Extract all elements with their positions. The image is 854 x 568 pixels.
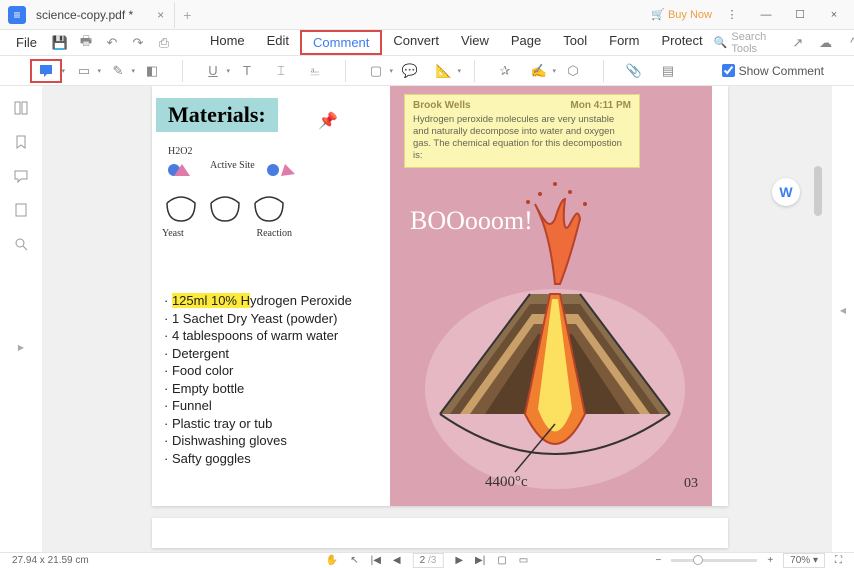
tab-view[interactable]: View xyxy=(450,30,500,55)
page-dimensions: 27.94 x 21.59 cm xyxy=(12,555,89,566)
quickprint-icon[interactable]: ⎙ xyxy=(153,34,175,52)
page-indicator[interactable]: 2 /3 xyxy=(413,553,444,568)
settings-icon[interactable]: ⋮ xyxy=(718,1,746,29)
sticky-time: Mon 4:11 PM xyxy=(570,100,631,111)
fullscreen-icon[interactable]: ⛶ xyxy=(835,555,842,566)
expand-sidebar-icon[interactable]: ▶ xyxy=(18,343,24,352)
sticky-note[interactable]: Brook Wells Mon 4:11 PM Hydrogen peroxid… xyxy=(404,94,640,168)
thumbnails-icon[interactable] xyxy=(13,100,29,116)
close-window-button[interactable]: × xyxy=(820,1,848,29)
redo-icon[interactable]: ↷ xyxy=(127,34,149,52)
tab-convert[interactable]: Convert xyxy=(382,30,450,55)
search-tools[interactable]: 🔍 Search Tools xyxy=(714,31,779,55)
measure-tool[interactable]: 📐▾ xyxy=(432,60,456,82)
tab-title: science-copy.pdf * xyxy=(36,8,133,22)
select-tool-icon[interactable]: ↖ xyxy=(350,555,358,566)
tab-page[interactable]: Page xyxy=(500,30,552,55)
next-page-icon[interactable]: ▶ xyxy=(455,555,463,566)
page-number: 03 xyxy=(684,476,698,492)
yeast-diagram: H2O2 Active Site Yeast xyxy=(162,146,322,239)
document-tab[interactable]: science-copy.pdf * × xyxy=(26,2,175,28)
eraser-tool[interactable]: ◧ xyxy=(140,60,164,82)
prev-page-icon[interactable]: ◀ xyxy=(393,555,401,566)
show-comment-toggle[interactable]: Show Comment xyxy=(722,64,824,78)
search-panel-icon[interactable] xyxy=(13,236,29,252)
document-canvas[interactable]: Materials: 📌 H2O2 Active Site xyxy=(42,86,832,552)
signature-tool[interactable]: ✍▾ xyxy=(527,60,551,82)
materials-list: 125ml 10% Hydrogen Peroxide 1 Sachet Dry… xyxy=(164,292,352,467)
sticky-body: Hydrogen peroxide molecules are very uns… xyxy=(413,114,631,162)
note-tool[interactable]: ▾ xyxy=(30,59,62,83)
tab-edit[interactable]: Edit xyxy=(256,30,300,55)
left-sidebar: ▶ xyxy=(0,86,42,552)
tab-tool[interactable]: Tool xyxy=(552,30,598,55)
stamp-tool[interactable]: ✰ xyxy=(493,60,517,82)
pin-icon: 📌 xyxy=(318,111,338,131)
maximize-button[interactable]: ☐ xyxy=(786,1,814,29)
stamp2-tool[interactable]: ⬡ xyxy=(561,60,585,82)
bookmarks-icon[interactable] xyxy=(13,134,29,150)
fit-width-icon[interactable]: ▭ xyxy=(519,555,528,566)
callout-tool[interactable]: 💬 xyxy=(398,60,422,82)
temperature-label: 4400°c xyxy=(485,474,528,490)
tab-home[interactable]: Home xyxy=(199,30,256,55)
page-title: Materials: xyxy=(156,98,278,132)
fit-page-icon[interactable]: ▢ xyxy=(497,555,506,566)
pencil-tool[interactable]: ✎▾ xyxy=(106,60,130,82)
sticky-author: Brook Wells xyxy=(413,100,471,111)
underline-tool[interactable]: U▾ xyxy=(201,60,225,82)
tab-protect[interactable]: Protect xyxy=(650,30,713,55)
tab-comment[interactable]: Comment xyxy=(300,30,382,55)
first-page-icon[interactable]: |◀ xyxy=(371,555,381,566)
collapse-ribbon-icon[interactable]: ^ xyxy=(844,34,854,52)
show-comment-checkbox[interactable] xyxy=(722,64,735,77)
collapse-right-icon[interactable]: ◀ xyxy=(840,306,846,315)
comments-panel-icon[interactable] xyxy=(13,168,29,184)
minimize-button[interactable]: — xyxy=(752,1,780,29)
save-icon[interactable]: 💾 xyxy=(49,34,71,52)
text-tool[interactable]: T xyxy=(235,60,259,82)
share-icon[interactable]: ↗ xyxy=(789,34,807,52)
attachments-icon[interactable] xyxy=(13,202,29,218)
comment-toolbar: ▾ ▭▾ ✎▾ ◧ U▾ T ⌶ ⎁ ▢▾ 💬 📐▾ ✰ ✍▾ ⬡ 📎 ▤ Sh… xyxy=(0,56,854,86)
shape-tool[interactable]: ▢▾ xyxy=(364,60,388,82)
cloud-icon[interactable]: ☁ xyxy=(817,34,835,52)
typewriter-tool[interactable]: ⎁ xyxy=(303,60,327,82)
compare-tool[interactable]: ▤ xyxy=(656,60,680,82)
add-tab-button[interactable]: + xyxy=(183,7,191,23)
word-export-button[interactable]: W xyxy=(772,178,800,206)
volcano-panel: Brook Wells Mon 4:11 PM Hydrogen peroxid… xyxy=(390,86,712,506)
zoom-slider[interactable] xyxy=(671,559,757,562)
pdf-page-next xyxy=(152,518,728,548)
undo-icon[interactable]: ↶ xyxy=(101,34,123,52)
close-tab-icon[interactable]: × xyxy=(157,8,164,22)
hand-tool-icon[interactable]: ✋ xyxy=(326,555,338,566)
zoom-out-icon[interactable]: − xyxy=(655,555,661,566)
volcano-illustration: BOOooom! 4400°c xyxy=(400,174,702,494)
right-rail: ◀ xyxy=(832,86,854,552)
titlebar: ≡ science-copy.pdf * × + 🛒 Buy Now ⋮ — ☐… xyxy=(0,0,854,30)
pdf-page: Materials: 📌 H2O2 Active Site xyxy=(152,86,728,506)
statusbar: 27.94 x 21.59 cm ✋ ↖ |◀ ◀ 2 /3 ▶ ▶| ▢ ▭ … xyxy=(0,552,854,568)
last-page-icon[interactable]: ▶| xyxy=(475,555,485,566)
menubar: File 💾 🖶 ↶ ↷ ⎙ Home Edit Comment Convert… xyxy=(0,30,854,56)
zoom-in-icon[interactable]: + xyxy=(767,555,773,566)
file-menu[interactable]: File xyxy=(8,32,45,53)
zoom-percent[interactable]: 70% ▾ xyxy=(783,553,825,568)
buy-now-link[interactable]: 🛒 Buy Now xyxy=(651,8,712,21)
vertical-scrollbar[interactable] xyxy=(814,166,822,546)
attach-tool[interactable]: 📎 xyxy=(622,60,646,82)
workspace: ▶ Materials: 📌 H2O2 Active Site xyxy=(0,86,854,552)
ribbon-tabs: Home Edit Comment Convert View Page Tool… xyxy=(199,30,714,55)
highlight-tool[interactable]: ▭▾ xyxy=(72,60,96,82)
textbox-tool[interactable]: ⌶ xyxy=(269,60,293,82)
boom-text: BOOooom! xyxy=(410,206,533,235)
tab-form[interactable]: Form xyxy=(598,30,650,55)
app-logo: ≡ xyxy=(8,6,26,24)
print-icon[interactable]: 🖶 xyxy=(75,34,97,52)
